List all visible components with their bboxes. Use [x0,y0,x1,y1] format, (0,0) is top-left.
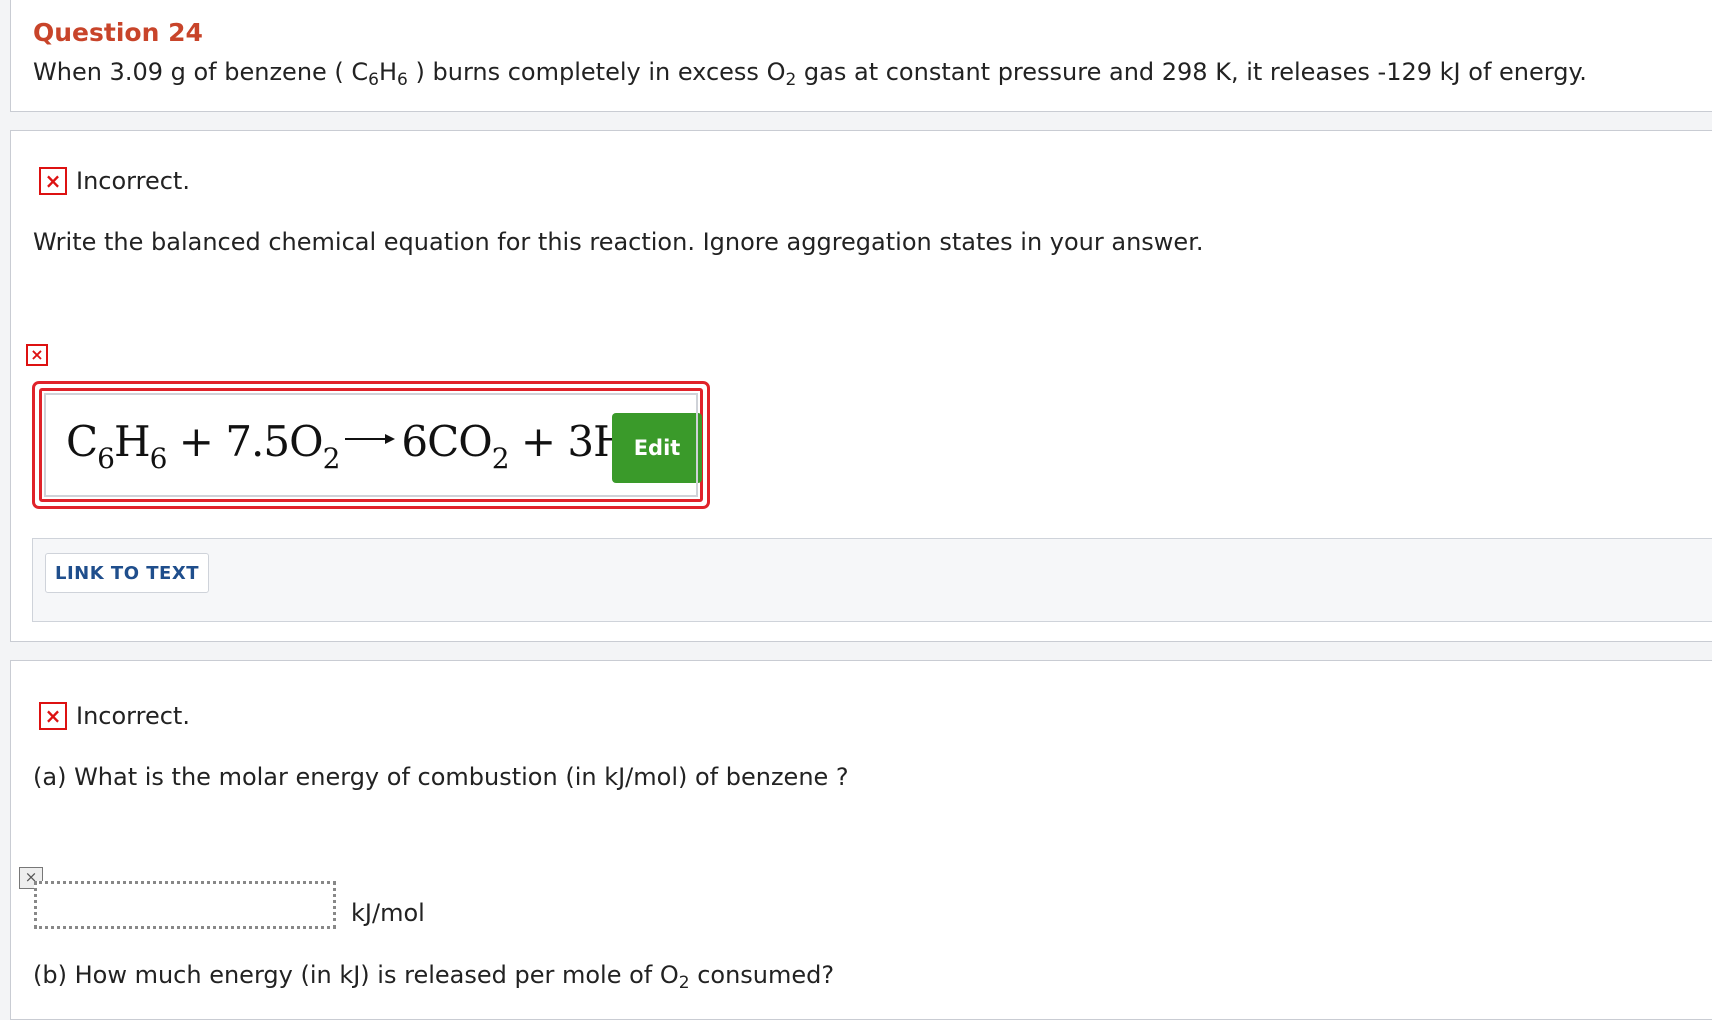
question-header: Question 24 When 3.09 g of benzene ( C6H… [10,0,1712,112]
part1-prompt: Write the balanced chemical equation for… [33,228,1204,256]
part2-prompt-a: (a) What is the molar energy of combusti… [33,763,849,791]
edit-button[interactable]: Edit [612,413,702,483]
part2-status: × Incorrect. [39,702,190,730]
question-title: Question 24 [33,18,203,47]
equation-answer-box[interactable]: C6H6 + 7.5O26CO2 + 3H2O Edit [32,381,710,509]
equation-incorrect-icon: × [26,344,48,366]
part2-prompt-b: (b) How much energy (in kJ) is released … [33,961,835,993]
reaction-arrow-icon [345,432,396,446]
equation-frame: C6H6 + 7.5O26CO2 + 3H2O Edit [39,388,703,502]
incorrect-icon: × [39,167,67,195]
part1-panel: × Incorrect. Write the balanced chemical… [10,130,1712,642]
question-text: When 3.09 g of benzene ( C6H6 ) burns co… [33,58,1587,90]
link-to-text-area: LINK TO TEXT [32,538,1712,622]
link-to-text-button[interactable]: LINK TO TEXT [45,553,209,593]
molar-energy-input[interactable] [34,881,336,929]
status-text: Incorrect. [76,167,190,195]
status-text: Incorrect. [76,702,190,730]
chemical-equation: C6H6 + 7.5O26CO2 + 3H2O [66,417,680,475]
part1-status: × Incorrect. [39,167,190,195]
part2-panel: × Incorrect. (a) What is the molar energ… [10,660,1712,1020]
incorrect-icon: × [39,702,67,730]
unit-label: kJ/mol [351,899,425,927]
